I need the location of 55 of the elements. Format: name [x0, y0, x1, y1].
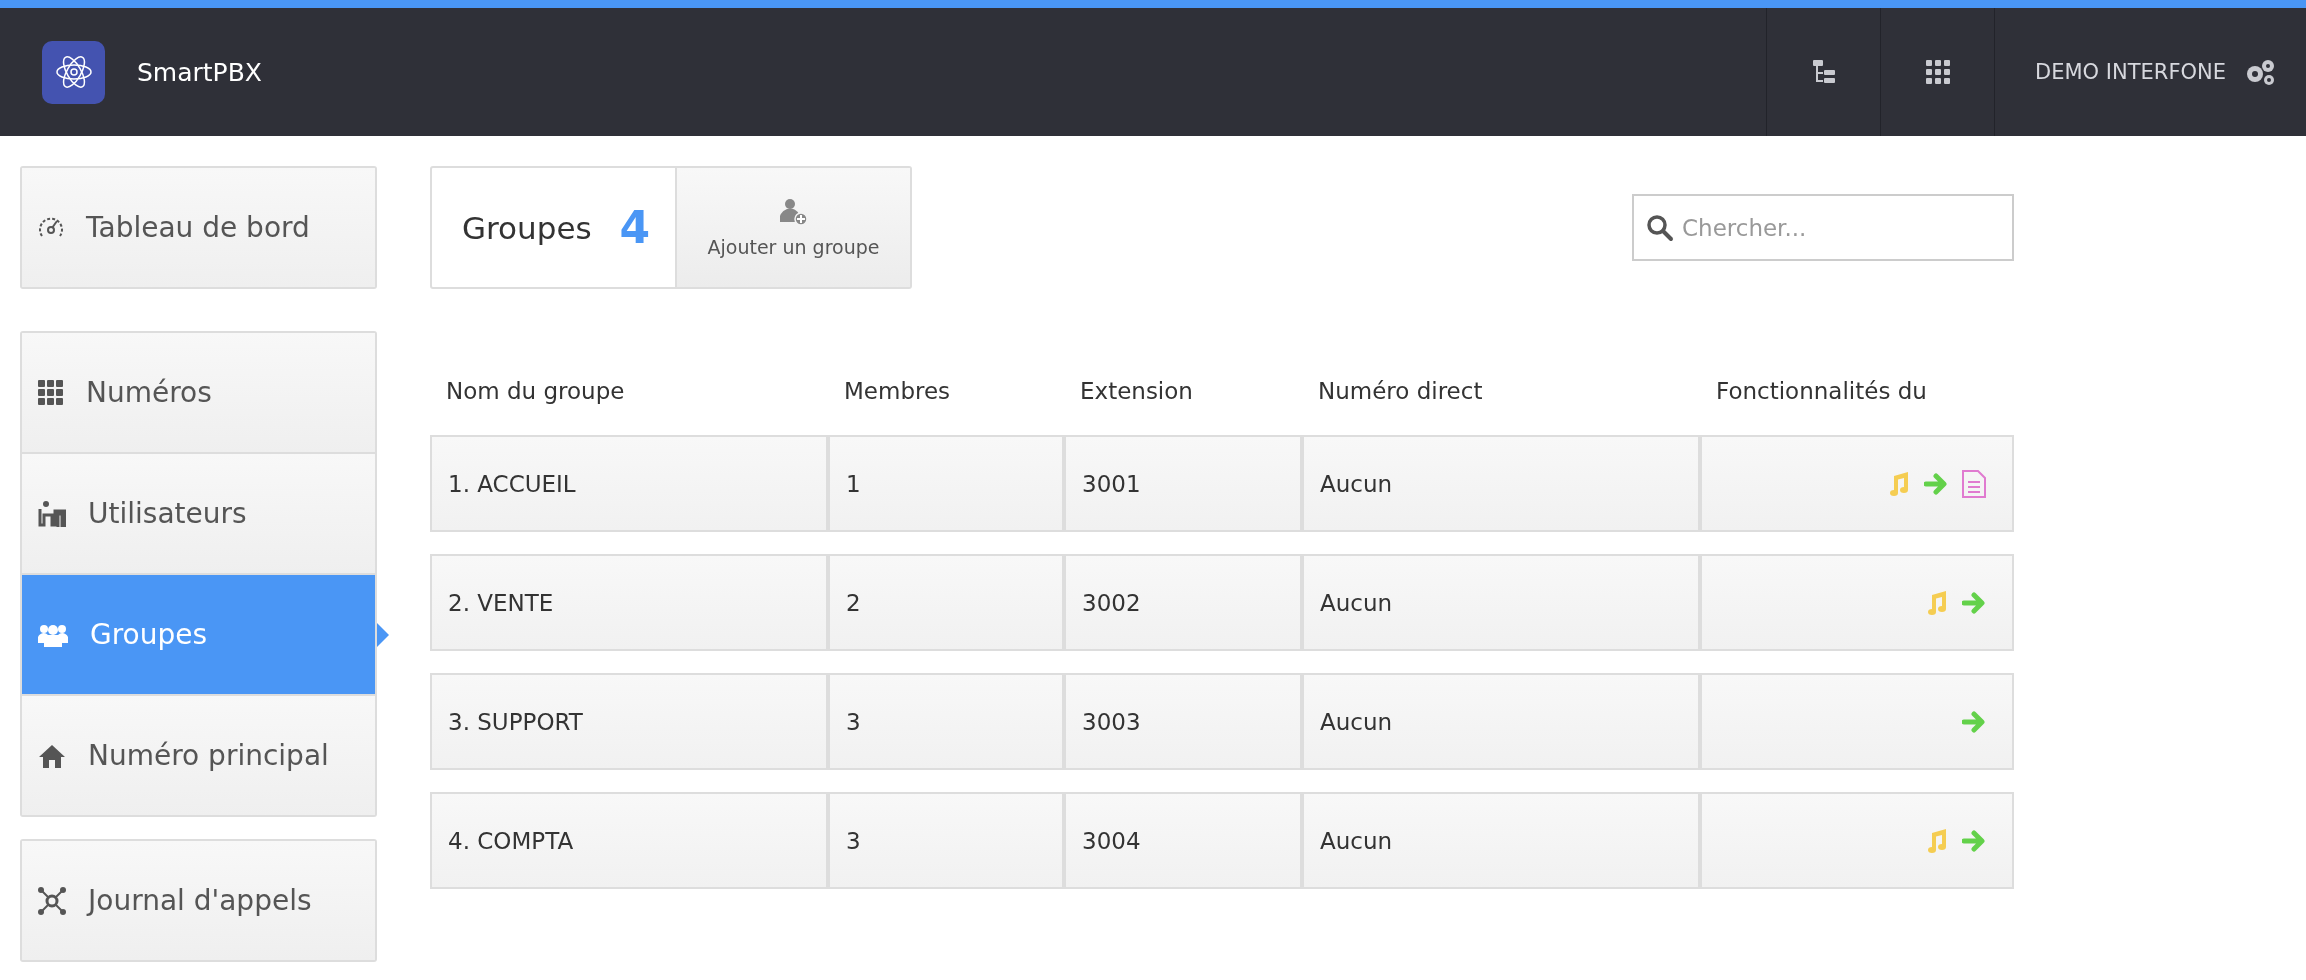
gears-icon: [2244, 58, 2276, 86]
arrow-right-icon: [1962, 590, 1986, 615]
column-header: Numéro direct: [1317, 378, 1484, 404]
table-cell: 2. VENTE: [430, 554, 828, 651]
home-icon: [38, 743, 66, 768]
nav-item[interactable]: Utilisateurs: [22, 454, 375, 573]
nav-label: Numéro principal: [88, 739, 329, 772]
column-header: Fonctionnalités du: [1715, 378, 1928, 404]
table-cell: 3. SUPPORT: [430, 673, 828, 770]
table-cell: 3001: [1064, 435, 1302, 532]
add-user-icon: [779, 197, 808, 226]
account-menu[interactable]: DEMO INTERFONE: [1994, 8, 2306, 136]
nav-item[interactable]: Numéros: [22, 333, 375, 452]
atom-logo-icon: [42, 40, 105, 104]
nav-label: Utilisateurs: [88, 497, 247, 530]
arrow-right-icon: [1962, 828, 1986, 853]
group-icon: [38, 622, 68, 647]
grid-icon: [38, 379, 64, 406]
table-cell: 3004: [1064, 792, 1302, 889]
nav-label: Numéros: [86, 376, 212, 409]
add-group-button[interactable]: Ajouter un groupe: [677, 168, 910, 287]
nav-item[interactable]: Numéro principal: [22, 696, 375, 815]
nav-item[interactable]: Tableau de bord: [22, 168, 375, 287]
column-header: Extension: [1079, 378, 1194, 404]
table-cell: 3003: [1064, 673, 1302, 770]
nav-label: Groupes: [90, 618, 208, 651]
table-cell: Aucun: [1302, 554, 1700, 651]
nodes-icon: [38, 886, 66, 915]
table-cell: 1. ACCUEIL: [430, 435, 828, 532]
column-header: Membres: [843, 378, 952, 404]
users-desk-icon: [38, 500, 66, 527]
search-field[interactable]: Chercher...: [1632, 194, 2014, 261]
pointer-triangle: [377, 622, 389, 647]
table-cell: 2: [828, 554, 1064, 651]
tree-icon: [1810, 59, 1837, 85]
grid-icon: [1925, 60, 1950, 84]
section-title: Groupes: [462, 209, 592, 246]
table-cell: 1: [828, 435, 1064, 532]
nav-item[interactable]: Journal d'appels: [22, 841, 375, 960]
table-cell: 3002: [1064, 554, 1302, 651]
arrow-right-icon: [1962, 709, 1986, 734]
app-title: SmartPBX: [137, 57, 263, 87]
table-cell: 3: [828, 792, 1064, 889]
table-cell: Aucun: [1302, 673, 1700, 770]
table-cell: 4. COMPTA: [430, 792, 828, 889]
table-cell: Aucun: [1302, 792, 1700, 889]
arrow-right-icon: [1924, 471, 1948, 496]
nav-label: Journal d'appels: [88, 884, 312, 917]
document-icon: [1962, 469, 1986, 498]
search-icon: [1646, 213, 1674, 242]
nav-label: Tableau de bord: [86, 211, 310, 244]
table-cell: 3: [828, 673, 1064, 770]
table-cell: Aucun: [1302, 435, 1700, 532]
column-header: Nom du groupe: [445, 378, 626, 404]
group-count: 4: [619, 202, 651, 253]
